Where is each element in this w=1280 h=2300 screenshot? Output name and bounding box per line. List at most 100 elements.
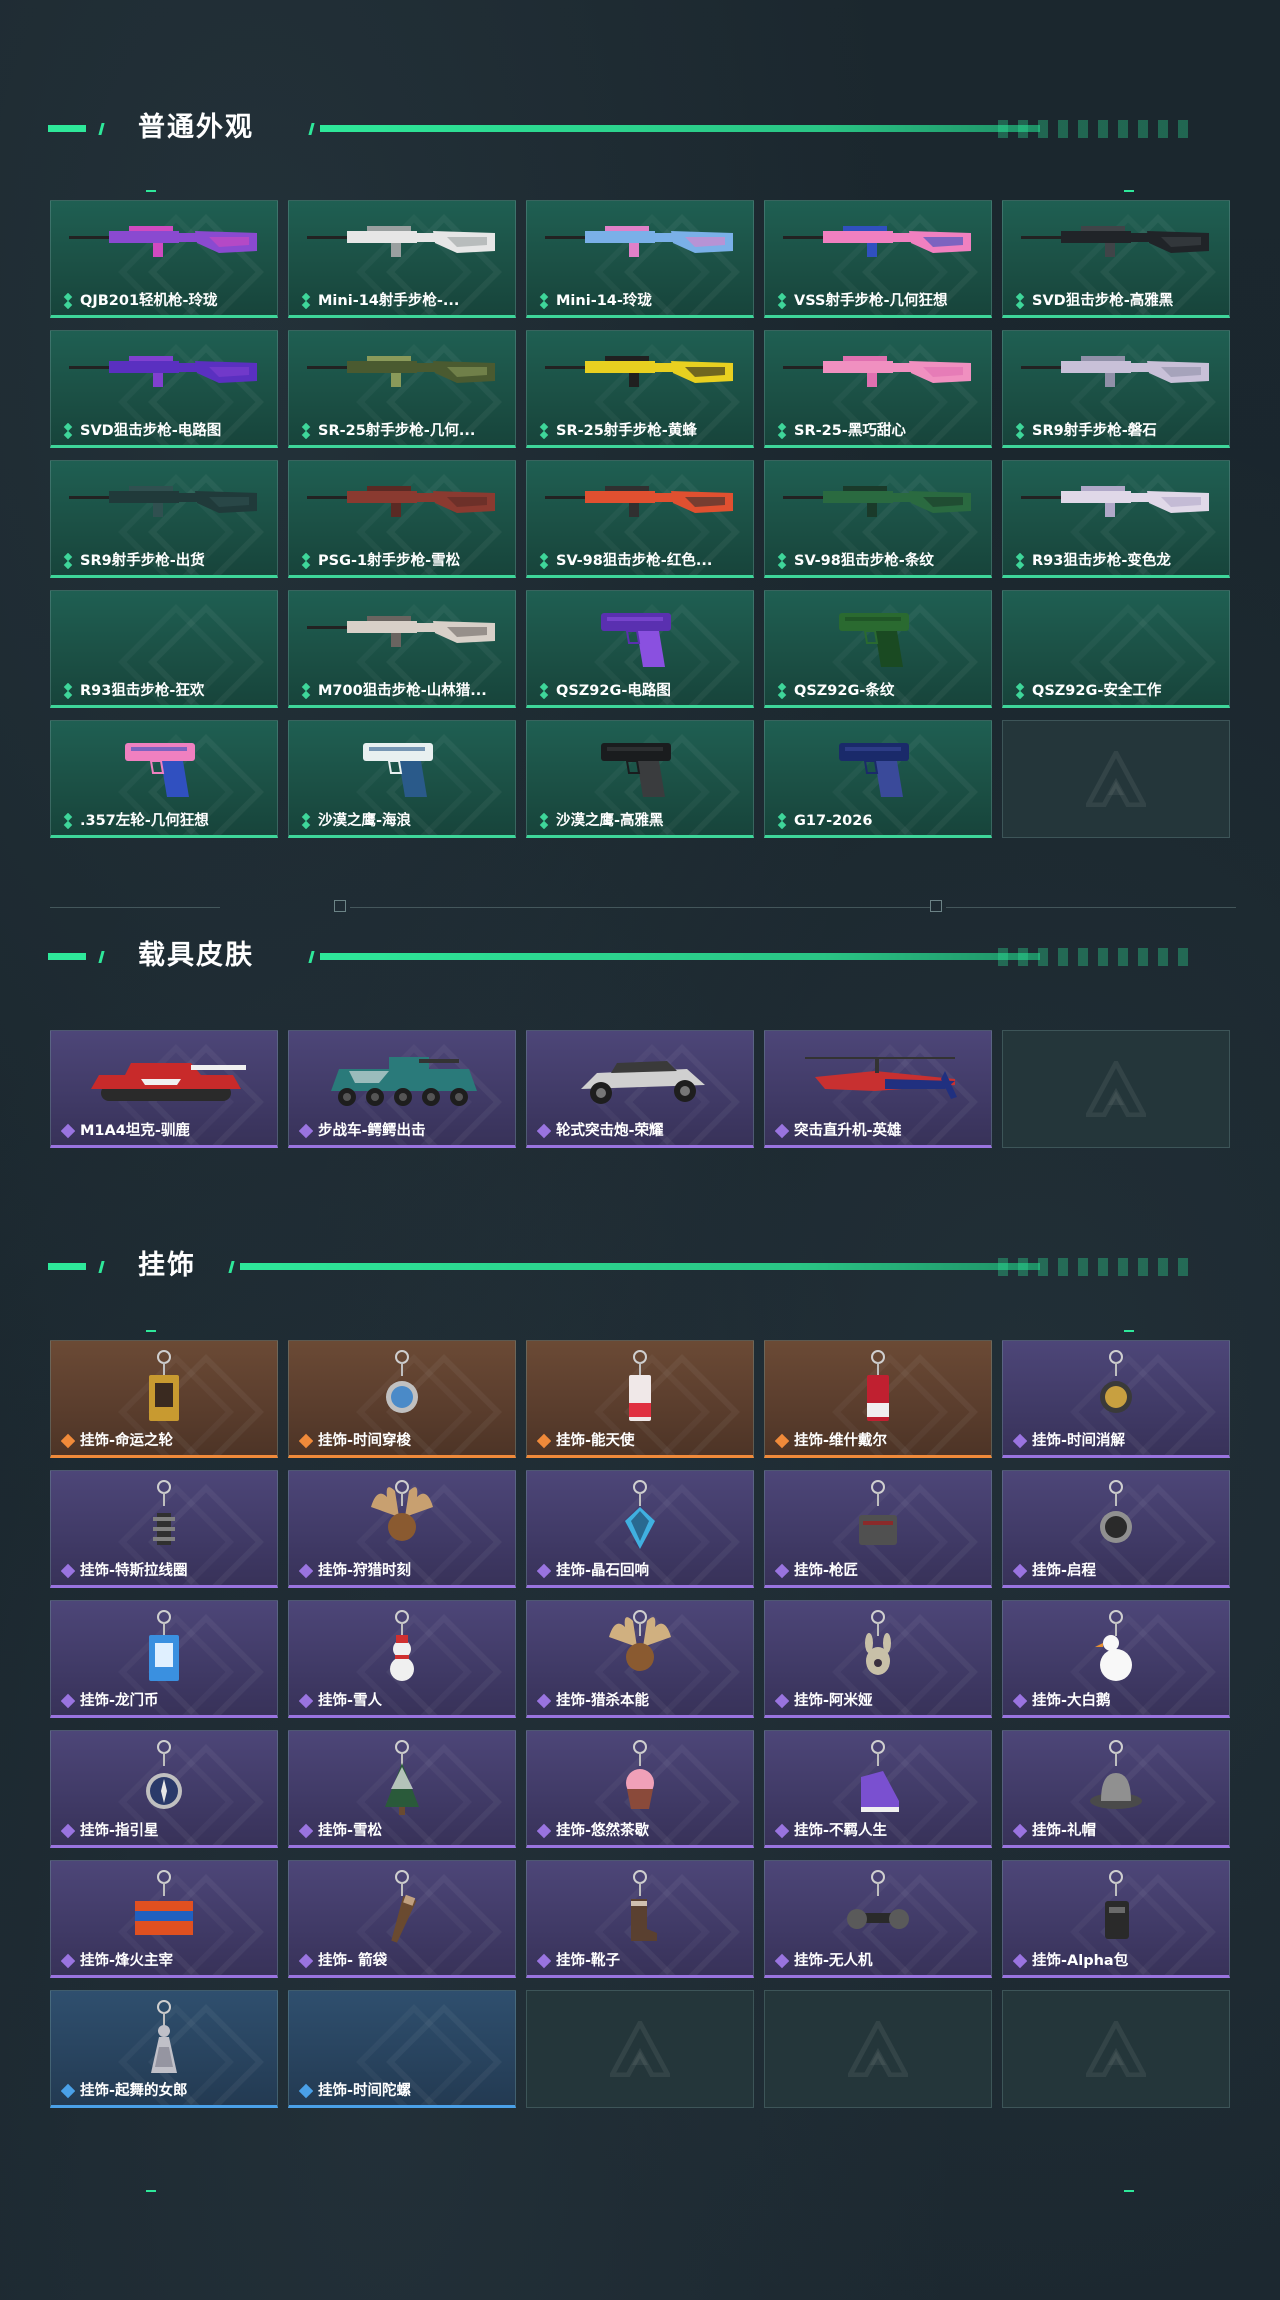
weapon-skin-card[interactable]: Mini-14射手步枪-... [288, 200, 516, 318]
charm-card[interactable]: 挂饰-礼帽 [1002, 1730, 1230, 1848]
empty-slot [1002, 1990, 1230, 2108]
charm-card[interactable]: 挂饰-狩猎时刻 [288, 1470, 516, 1588]
rarity-diamond-icon [299, 1693, 313, 1709]
weapon-skin-card[interactable]: G17-2026 [764, 720, 992, 838]
weapon-skin-card[interactable]: SVD狙击步枪-高雅黑 [1002, 200, 1230, 318]
weapon-skin-card[interactable]: SV-98狙击步枪-红色... [526, 460, 754, 578]
charm-card[interactable]: 挂饰-雪人 [288, 1600, 516, 1718]
charm-card[interactable]: 挂饰-悠然茶歇 [526, 1730, 754, 1848]
rarity-diamond-icon [61, 1123, 75, 1139]
charm-card[interactable]: 挂饰-阿米娅 [764, 1600, 992, 1718]
charm-card[interactable]: 挂饰-不羁人生 [764, 1730, 992, 1848]
charm-image-icon [1100, 1350, 1132, 1413]
item-name: 挂饰-枪匠 [794, 1563, 859, 1579]
rarity-diamond-icon [299, 553, 313, 569]
charm-card[interactable]: 挂饰-启程 [1002, 1470, 1230, 1588]
item-label-row: 挂饰-靴子 [537, 1951, 747, 1971]
charm-image-icon [1105, 1870, 1129, 1939]
weapon-skin-card[interactable]: Mini-14-玲珑 [526, 200, 754, 318]
weapon-skin-card[interactable]: VSS射手步枪-几何狂想 [764, 200, 992, 318]
item-label-row: SR9射手步枪-磐石 [1013, 421, 1223, 441]
charm-card[interactable]: 挂饰-命运之轮 [50, 1340, 278, 1458]
item-label-row: R93狙击步枪-变色龙 [1013, 551, 1223, 571]
weapon-skin-card[interactable]: 沙漠之鹰-海浪 [288, 720, 516, 838]
charm-card[interactable]: 挂饰- 箭袋 [288, 1860, 516, 1978]
rarity-diamond-icon [61, 293, 75, 309]
charm-card[interactable]: 挂饰-枪匠 [764, 1470, 992, 1588]
weapon-skin-card[interactable]: R93狙击步枪-变色龙 [1002, 460, 1230, 578]
rifle-image-icon [545, 226, 733, 257]
brand-logo-icon [1086, 2021, 1146, 2077]
charm-card[interactable]: 挂饰-猎杀本能 [526, 1600, 754, 1718]
weapon-skin-card[interactable]: QSZ92G-安全工作 [1002, 590, 1230, 708]
charm-card[interactable]: 挂饰-时间穿梭 [288, 1340, 516, 1458]
charm-image-icon [386, 1350, 418, 1413]
rarity-diamond-icon [299, 1123, 313, 1139]
item-name: 挂饰-时间穿梭 [318, 1433, 412, 1449]
item-name: 挂饰-时间消解 [1032, 1433, 1126, 1449]
item-name: 轮式突击炮-荣耀 [556, 1123, 664, 1139]
weapon-skin-card[interactable]: QJB201轻机枪-玲珑 [50, 200, 278, 318]
charm-card[interactable]: 挂饰-无人机 [764, 1860, 992, 1978]
charm-card[interactable]: 挂饰-靴子 [526, 1860, 754, 1978]
brand-logo-icon [610, 2021, 670, 2077]
weapon-skin-card[interactable]: SR-25射手步枪-几何... [288, 330, 516, 448]
weapon-skin-card[interactable]: 沙漠之鹰-高雅黑 [526, 720, 754, 838]
charm-card[interactable]: 挂饰-指引星 [50, 1730, 278, 1848]
rarity-diamond-icon [61, 1823, 75, 1839]
charm-card[interactable]: 挂饰-时间陀螺 [288, 1990, 516, 2108]
item-name: SV-98狙击步枪-红色... [556, 553, 713, 569]
item-label-row: SVD狙击步枪-电路图 [61, 421, 271, 441]
charm-image-icon [135, 1870, 193, 1935]
charm-card[interactable]: 挂饰-维什戴尔 [764, 1340, 992, 1458]
vehicle-skin-grid: M1A4坦克-驯鹿 步战车-鳄鳄出击 轮式突击炮-荣耀 突击直升机-英雄 [50, 1030, 1230, 1148]
rarity-diamond-icon [299, 1433, 313, 1449]
weapon-skin-card[interactable]: SR-25-黑巧甜心 [764, 330, 992, 448]
rarity-diamond-icon [775, 293, 789, 309]
charm-card[interactable]: 挂饰-大白鹅 [1002, 1600, 1230, 1718]
weapon-skin-card[interactable]: .357左轮-几何狂想 [50, 720, 278, 838]
weapon-skin-card[interactable]: PSG-1射手步枪-雪松 [288, 460, 516, 578]
rarity-diamond-icon [1013, 683, 1027, 699]
item-label-row: VSS射手步枪-几何狂想 [775, 291, 985, 311]
rarity-diamond-icon [537, 683, 551, 699]
item-name: SV-98狙击步枪-条纹 [794, 553, 934, 569]
weapon-skin-card[interactable]: SR9射手步枪-磐石 [1002, 330, 1230, 448]
charm-card[interactable]: 挂饰-起舞的女郎 [50, 1990, 278, 2108]
item-name: SVD狙击步枪-高雅黑 [1032, 293, 1174, 309]
charm-card[interactable]: 挂饰-特斯拉线圈 [50, 1470, 278, 1588]
rarity-diamond-icon [1013, 1563, 1027, 1579]
charm-card[interactable]: 挂饰-龙门币 [50, 1600, 278, 1718]
vehicle-skin-card[interactable]: 步战车-鳄鳄出击 [288, 1030, 516, 1148]
weapon-skin-card[interactable]: SR9射手步枪-出货 [50, 460, 278, 578]
weapon-skin-card[interactable]: R93狙击步枪-狂欢 [50, 590, 278, 708]
weapon-skin-card[interactable]: SR-25射手步枪-黄蜂 [526, 330, 754, 448]
item-name: 挂饰-烽火主宰 [80, 1953, 174, 1969]
rarity-diamond-icon [1013, 1693, 1027, 1709]
rarity-diamond-icon [537, 813, 551, 829]
charm-card[interactable]: 挂饰-晶石回响 [526, 1470, 754, 1588]
item-label-row: 挂饰-雪松 [299, 1821, 509, 1841]
vehicle-skin-card[interactable]: 突击直升机-英雄 [764, 1030, 992, 1148]
item-label-row: QSZ92G-条纹 [775, 681, 985, 701]
rarity-diamond-icon [61, 553, 75, 569]
weapon-skin-card[interactable]: SVD狙击步枪-电路图 [50, 330, 278, 448]
charm-grid: 挂饰-命运之轮 挂饰-时间穿梭 挂饰-能天使 挂饰-维什戴尔 挂饰-时间消解挂饰-特斯拉… [50, 1340, 1230, 2108]
item-name: SVD狙击步枪-电路图 [80, 423, 222, 439]
charm-card[interactable]: 挂饰-Alpha包 [1002, 1860, 1230, 1978]
item-label-row: Mini-14-玲珑 [537, 291, 747, 311]
vehicle-skin-card[interactable]: M1A4坦克-驯鹿 [50, 1030, 278, 1148]
weapon-skin-card[interactable]: SV-98狙击步枪-条纹 [764, 460, 992, 578]
charm-card[interactable]: 挂饰-雪松 [288, 1730, 516, 1848]
item-name: 挂饰- 箭袋 [318, 1953, 388, 1969]
weapon-skin-card[interactable]: QSZ92G-电路图 [526, 590, 754, 708]
charm-card[interactable]: 挂饰-时间消解 [1002, 1340, 1230, 1458]
brand-logo-icon [1086, 1061, 1146, 1117]
charm-card[interactable]: 挂饰-能天使 [526, 1340, 754, 1458]
weapon-skin-card[interactable]: QSZ92G-条纹 [764, 590, 992, 708]
charm-card[interactable]: 挂饰-烽火主宰 [50, 1860, 278, 1978]
vehicle-skin-card[interactable]: 轮式突击炮-荣耀 [526, 1030, 754, 1148]
item-name: 挂饰-命运之轮 [80, 1433, 174, 1449]
item-label-row: 步战车-鳄鳄出击 [299, 1121, 509, 1141]
weapon-skin-card[interactable]: M700狙击步枪-山林猎... [288, 590, 516, 708]
